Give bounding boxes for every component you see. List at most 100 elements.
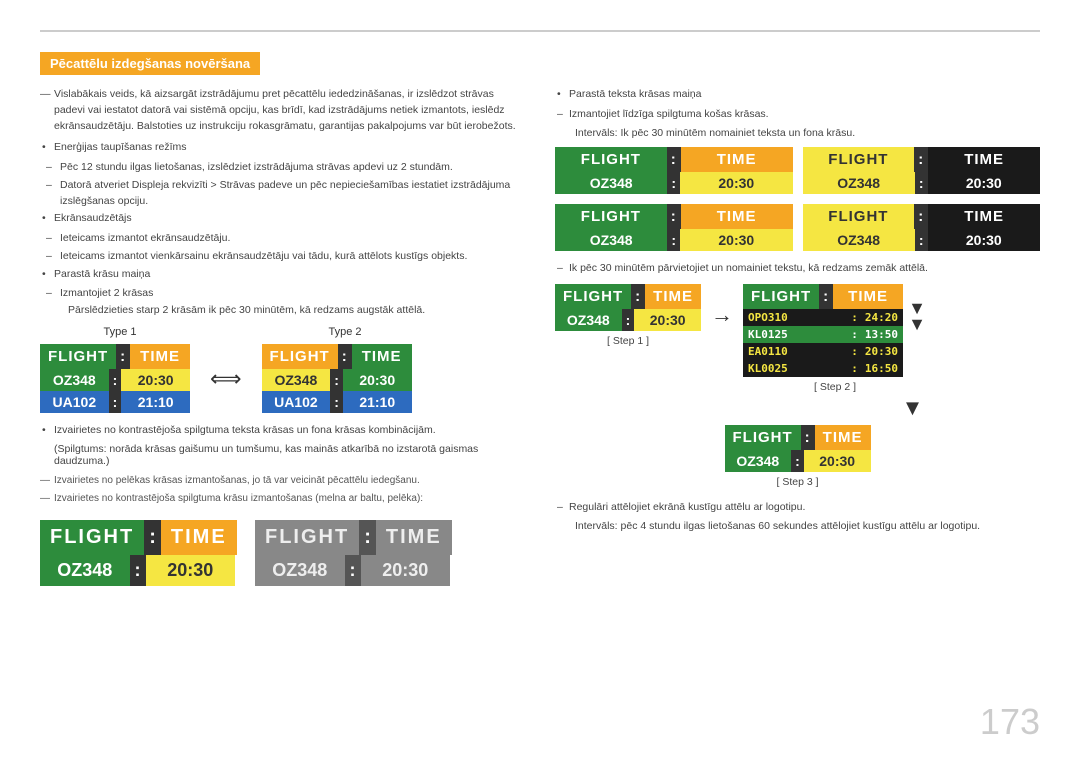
right-dash1-sub: Intervāls: Ik pēc 30 minūtēm nomainiet t… <box>555 127 1040 139</box>
flight-boards-comparison: FLIGHT : TIME OZ348 : 20:30 UA102 : 21:1… <box>40 344 525 413</box>
type1-colon1: : <box>109 369 122 391</box>
type2-row1: OZ348 : 20:30 <box>262 369 412 391</box>
right-r2b2-colon: : <box>914 204 928 229</box>
right-r1b2-colon: : <box>914 147 928 172</box>
bottom-board2-time-val: 20:30 <box>361 555 451 586</box>
right-r1b2-row-colon: : <box>915 172 928 194</box>
step3-time-val: 20:30 <box>804 450 871 472</box>
right-bullet1: Parastā teksta krāsas maiņa <box>555 87 1040 103</box>
scroll-r1-right: 24:20 <box>860 309 903 326</box>
step1-colon: : <box>631 284 645 309</box>
scroll-r2-colon: : <box>849 326 860 343</box>
right-board-r1b1: FLIGHT : TIME OZ348 : 20:30 <box>555 147 793 194</box>
type1-header-right: TIME <box>130 344 190 369</box>
step3-time: TIME <box>815 425 871 450</box>
right-r1b2-time: TIME <box>928 147 1040 172</box>
scroll-r1-left: OPO310 <box>743 309 849 326</box>
type2-label: Type 2 <box>260 326 430 338</box>
right-board-r2b2: FLIGHT : TIME OZ348 : 20:30 <box>803 204 1041 251</box>
step2-board: FLIGHT : TIME OPO310 : 24:20 <box>743 284 903 377</box>
right-r2b1-time-val: 20:30 <box>680 229 792 251</box>
bottom-board1-row: OZ348 : 20:30 <box>40 555 235 586</box>
step3-oz: OZ348 <box>725 450 792 472</box>
step1-label: [ Step 1 ] <box>607 335 649 347</box>
bottom-board1-colon: : <box>144 520 161 555</box>
type1-header-left: FLIGHT <box>40 344 116 369</box>
type1-colon2: : <box>109 391 122 413</box>
right-column: Parastā teksta krāsas maiņa Izmantojiet … <box>555 87 1040 586</box>
type2-header-right: TIME <box>352 344 412 369</box>
down-arrow-step3: ▼ <box>902 395 924 421</box>
step2-colon: : <box>819 284 833 309</box>
type1-header-colon: : <box>116 344 130 369</box>
step1-container: FLIGHT : TIME OZ348 : 20:30 [ Step 1 ] <box>555 284 701 347</box>
type-labels: Type 1 Type 2 <box>40 326 525 338</box>
step1-oz: OZ348 <box>555 309 622 331</box>
type2-board: FLIGHT : TIME OZ348 : 20:30 UA102 : 21:1… <box>262 344 412 413</box>
right-r1b1-row-colon: : <box>667 172 680 194</box>
scroll-row4: KL0025 : 16:50 <box>743 360 903 377</box>
scroll-row2: KL0125 : 13:50 <box>743 326 903 343</box>
step3-label: [ Step 3 ] <box>776 476 818 488</box>
type1-oz348: OZ348 <box>40 369 109 391</box>
type1-header: FLIGHT : TIME <box>40 344 190 369</box>
step3-flight: FLIGHT <box>725 425 801 450</box>
bullet-energy: Enerģijas taupīšanas režīms <box>40 140 525 156</box>
right-r1b1-time-val: 20:30 <box>680 172 792 194</box>
dash-gray2: Izvairietes no kontrastējoša spilgtuma k… <box>40 491 525 506</box>
page-container: Pēcattēlu izdegšanas novēršana Vislabāka… <box>0 0 1080 763</box>
type2-header-left: FLIGHT <box>262 344 338 369</box>
right-board-r2b1: FLIGHT : TIME OZ348 : 20:30 <box>555 204 793 251</box>
step3-row-colon: : <box>791 450 804 472</box>
type2-colon2: : <box>330 391 343 413</box>
step3-board: FLIGHT : TIME OZ348 : 20:30 <box>725 425 871 472</box>
step1-row: OZ348 : 20:30 <box>555 309 701 331</box>
dash-interval: Pārslēdzieties starp 2 krāsām ik pēc 30 … <box>40 304 525 316</box>
left-column: Vislabākais veids, kā aizsargāt izstrādā… <box>40 87 525 586</box>
dash-screensaver2: Ieteicams izmantot vienkārsainu ekrānsau… <box>40 249 525 265</box>
right-r1b2-flight: FLIGHT <box>803 147 915 172</box>
step3-header: FLIGHT : TIME <box>725 425 871 450</box>
type1-board: FLIGHT : TIME OZ348 : 20:30 UA102 : 21:1… <box>40 344 190 413</box>
section-title: Pēcattēlu izdegšanas novēršana <box>40 52 260 75</box>
bottom-board1-time: TIME <box>161 520 237 555</box>
scroll-r4-right: 16:50 <box>860 360 903 377</box>
scroll-r3-colon: : <box>849 343 860 360</box>
right-r1b2-row: OZ348 : 20:30 <box>803 172 1041 194</box>
type2-colon1: : <box>330 369 343 391</box>
right-r2b2-flight: FLIGHT <box>803 204 915 229</box>
step3-colon: : <box>801 425 815 450</box>
right-r2b1-row-colon: : <box>667 229 680 251</box>
type2-2030: 20:30 <box>343 369 412 391</box>
down-arrow2: ▼ <box>907 316 927 332</box>
scroll-r4-left: KL0025 <box>743 360 849 377</box>
dash-2colors: Izmantojiet 2 krāsas <box>40 286 525 302</box>
bullet-screensaver: Ekrānsaudzētājs <box>40 211 525 227</box>
bullet-contrast-sub: (Spilgtums: norāda krāsas gaišumu un tum… <box>40 443 525 467</box>
type1-row1: OZ348 : 20:30 <box>40 369 190 391</box>
type1-ua102: UA102 <box>40 391 109 413</box>
step1-board: FLIGHT : TIME OZ348 : 20:30 <box>555 284 701 331</box>
right-r2b1-header: FLIGHT : TIME <box>555 204 793 229</box>
dash-display: Datorā atveriet Displeja rekvizīti > Str… <box>40 178 525 210</box>
right-r2b2-header: FLIGHT : TIME <box>803 204 1041 229</box>
step2-to-step3-arrow: ▼ <box>785 395 1040 421</box>
steps-row1: FLIGHT : TIME OZ348 : 20:30 [ Step 1 ] <box>555 284 1040 393</box>
type2-2110: 21:10 <box>343 391 412 413</box>
right-r2b1-time: TIME <box>681 204 793 229</box>
step2-container: FLIGHT : TIME OPO310 : 24:20 <box>743 284 927 393</box>
dash-gray1: Izvairietes no pelēkas krāsas izmantošan… <box>40 473 525 488</box>
right-r2b2-row: OZ348 : 20:30 <box>803 229 1041 251</box>
right-boards-grid: FLIGHT : TIME OZ348 : 20:30 FLIGHT : <box>555 147 1040 251</box>
step1-row-colon: : <box>622 309 635 331</box>
right-r2b2-row-colon: : <box>915 229 928 251</box>
scroll-row1: OPO310 : 24:20 <box>743 309 903 326</box>
type2-header-colon: : <box>338 344 352 369</box>
bottom-board1-flight: FLIGHT <box>40 520 144 555</box>
step3-row: OZ348 : 20:30 <box>725 450 871 472</box>
scroll-r3-right: 20:30 <box>860 343 903 360</box>
right-dash1: Izmantojiet līdzīga spilgtuma košas krās… <box>555 107 1040 123</box>
step3-area: FLIGHT : TIME OZ348 : 20:30 [ Step 3 ] <box>555 425 1040 488</box>
type1-row2: UA102 : 21:10 <box>40 391 190 413</box>
type1-2110: 21:10 <box>121 391 190 413</box>
